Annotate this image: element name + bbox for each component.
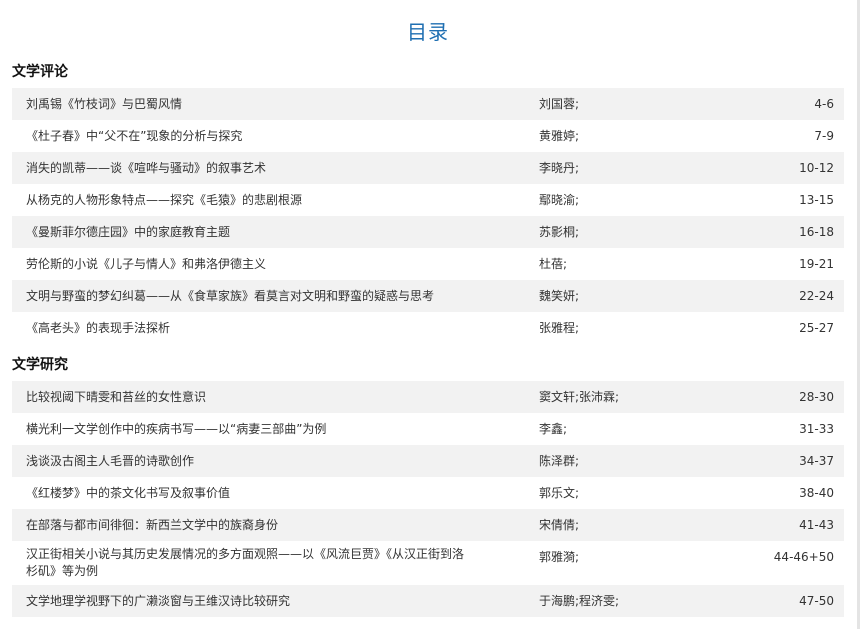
article-row[interactable]: 劳伦斯的小说《儿子与情人》和弗洛伊德主义 杜蓓; 19-21 [12, 248, 844, 280]
article-row[interactable]: 《杜子春》中“父不在”现象的分析与探究 黄雅婷; 7-9 [12, 120, 844, 152]
article-author[interactable]: 张雅程; [539, 320, 719, 336]
article-row[interactable]: 横光利一文学创作中的疾病书写——以“病妻三部曲”为例 李鑫; 31-33 [12, 413, 844, 445]
article-row[interactable]: 《高老头》的表现手法探析 张雅程; 25-27 [12, 312, 844, 344]
article-row[interactable]: 刘禹锡《竹枝词》与巴蜀风情 刘国蓉; 4-6 [12, 88, 844, 120]
article-author[interactable]: 刘国蓉; [539, 96, 719, 112]
article-row[interactable]: 从杨克的人物形象特点——探究《毛猿》的悲剧根源 鄢晓渝; 13-15 [12, 184, 844, 216]
article-title-link[interactable]: 《曼斯菲尔德庄园》中的家庭教育主题 [26, 224, 496, 240]
article-pages: 47-50 [799, 594, 834, 608]
article-author[interactable]: 窦文轩;张沛霖; [539, 389, 719, 405]
article-row[interactable]: 文学地理学视野下的广濑淡窗与王维汉诗比较研究 于海鹏;程济雯; 47-50 [12, 585, 844, 617]
article-title-link[interactable]: 《红楼梦》中的茶文化书写及叙事价值 [26, 485, 496, 501]
article-list: 刘禹锡《竹枝词》与巴蜀风情 刘国蓉; 4-6 《杜子春》中“父不在”现象的分析与探究 黄… [12, 88, 844, 344]
article-title-link[interactable]: 在部落与都市间徘徊：新西兰文学中的族裔身份 [26, 517, 496, 533]
article-pages: 10-12 [799, 161, 834, 175]
article-row[interactable]: 文明与野蛮的梦幻纠葛——从《食草家族》看莫言对文明和野蛮的疑惑与思考 魏笑妍; 22… [12, 280, 844, 312]
article-pages: 22-24 [799, 289, 834, 303]
article-row[interactable]: 浅谈汲古阁主人毛晋的诗歌创作 陈泽群; 34-37 [12, 445, 844, 477]
article-pages: 16-18 [799, 225, 834, 239]
table-of-contents-page: 目录 文学评论刘禹锡《竹枝词》与巴蜀风情 刘国蓉; 4-6 《杜子春》中“父不在”现象… [0, 0, 860, 629]
article-author[interactable]: 李晓丹; [539, 160, 719, 176]
article-author[interactable]: 苏影桐; [539, 224, 719, 240]
article-pages: 44-46+50 [773, 550, 834, 564]
article-title-link[interactable]: 刘禹锡《竹枝词》与巴蜀风情 [26, 96, 496, 112]
article-row[interactable]: 《红楼梦》中的茶文化书写及叙事价值 郭乐文; 38-40 [12, 477, 844, 509]
article-pages: 25-27 [799, 321, 834, 335]
article-author[interactable]: 郭雅漪; [539, 549, 719, 565]
article-title-link[interactable]: 横光利一文学创作中的疾病书写——以“病妻三部曲”为例 [26, 421, 496, 437]
article-row[interactable]: 比较视阈下晴雯和苔丝的女性意识 窦文轩;张沛霖; 28-30 [12, 381, 844, 413]
section-heading: 文学研究 [12, 357, 68, 373]
article-pages: 13-15 [799, 193, 834, 207]
article-title-link[interactable]: 从杨克的人物形象特点——探究《毛猿》的悲剧根源 [26, 192, 496, 208]
article-row[interactable]: 在部落与都市间徘徊：新西兰文学中的族裔身份 宋倩倩; 41-43 [12, 509, 844, 541]
article-pages: 28-30 [799, 390, 834, 404]
article-title-link[interactable]: 消失的凯蒂——谈《喧哗与骚动》的叙事艺术 [26, 160, 496, 176]
article-author[interactable]: 宋倩倩; [539, 517, 719, 533]
article-author[interactable]: 郭乐文; [539, 485, 719, 501]
article-pages: 34-37 [799, 454, 834, 468]
article-title-link[interactable]: 《杜子春》中“父不在”现象的分析与探究 [26, 128, 496, 144]
article-pages: 4-6 [814, 97, 834, 111]
article-author[interactable]: 鄢晓渝; [539, 192, 719, 208]
article-author[interactable]: 于海鹏;程济雯; [539, 593, 719, 609]
article-pages: 31-33 [799, 422, 834, 436]
article-pages: 19-21 [799, 257, 834, 271]
article-row[interactable]: 汉正街相关小说与其历史发展情况的多方面观照——以《风流巨贾》《从汉正街到洛杉矶》… [12, 541, 844, 585]
article-author[interactable]: 李鑫; [539, 421, 719, 437]
article-author[interactable]: 黄雅婷; [539, 128, 719, 144]
article-title-link[interactable]: 《高老头》的表现手法探析 [26, 320, 496, 336]
section-heading: 文学评论 [12, 64, 68, 80]
article-title-link[interactable]: 文学地理学视野下的广濑淡窗与王维汉诗比较研究 [26, 593, 496, 609]
article-row[interactable]: 《曼斯菲尔德庄园》中的家庭教育主题 苏影桐; 16-18 [12, 216, 844, 248]
article-title-link[interactable]: 文明与野蛮的梦幻纠葛——从《食草家族》看莫言对文明和野蛮的疑惑与思考 [26, 288, 496, 304]
article-title-link[interactable]: 汉正街相关小说与其历史发展情况的多方面观照——以《风流巨贾》《从汉正街到洛杉矶》… [26, 546, 466, 580]
article-title-link[interactable]: 浅谈汲古阁主人毛晋的诗歌创作 [26, 453, 496, 469]
page-title: 目录 [407, 20, 449, 44]
article-pages: 38-40 [799, 486, 834, 500]
article-title-link[interactable]: 比较视阈下晴雯和苔丝的女性意识 [26, 389, 496, 405]
article-author[interactable]: 杜蓓; [539, 256, 719, 272]
article-row[interactable]: 消失的凯蒂——谈《喧哗与骚动》的叙事艺术 李晓丹; 10-12 [12, 152, 844, 184]
article-author[interactable]: 陈泽群; [539, 453, 719, 469]
article-title-link[interactable]: 劳伦斯的小说《儿子与情人》和弗洛伊德主义 [26, 256, 496, 272]
article-author[interactable]: 魏笑妍; [539, 288, 719, 304]
article-list: 比较视阈下晴雯和苔丝的女性意识 窦文轩;张沛霖; 28-30 横光利一文学创作中的疾病… [12, 381, 844, 617]
article-pages: 41-43 [799, 518, 834, 532]
article-pages: 7-9 [814, 129, 834, 143]
